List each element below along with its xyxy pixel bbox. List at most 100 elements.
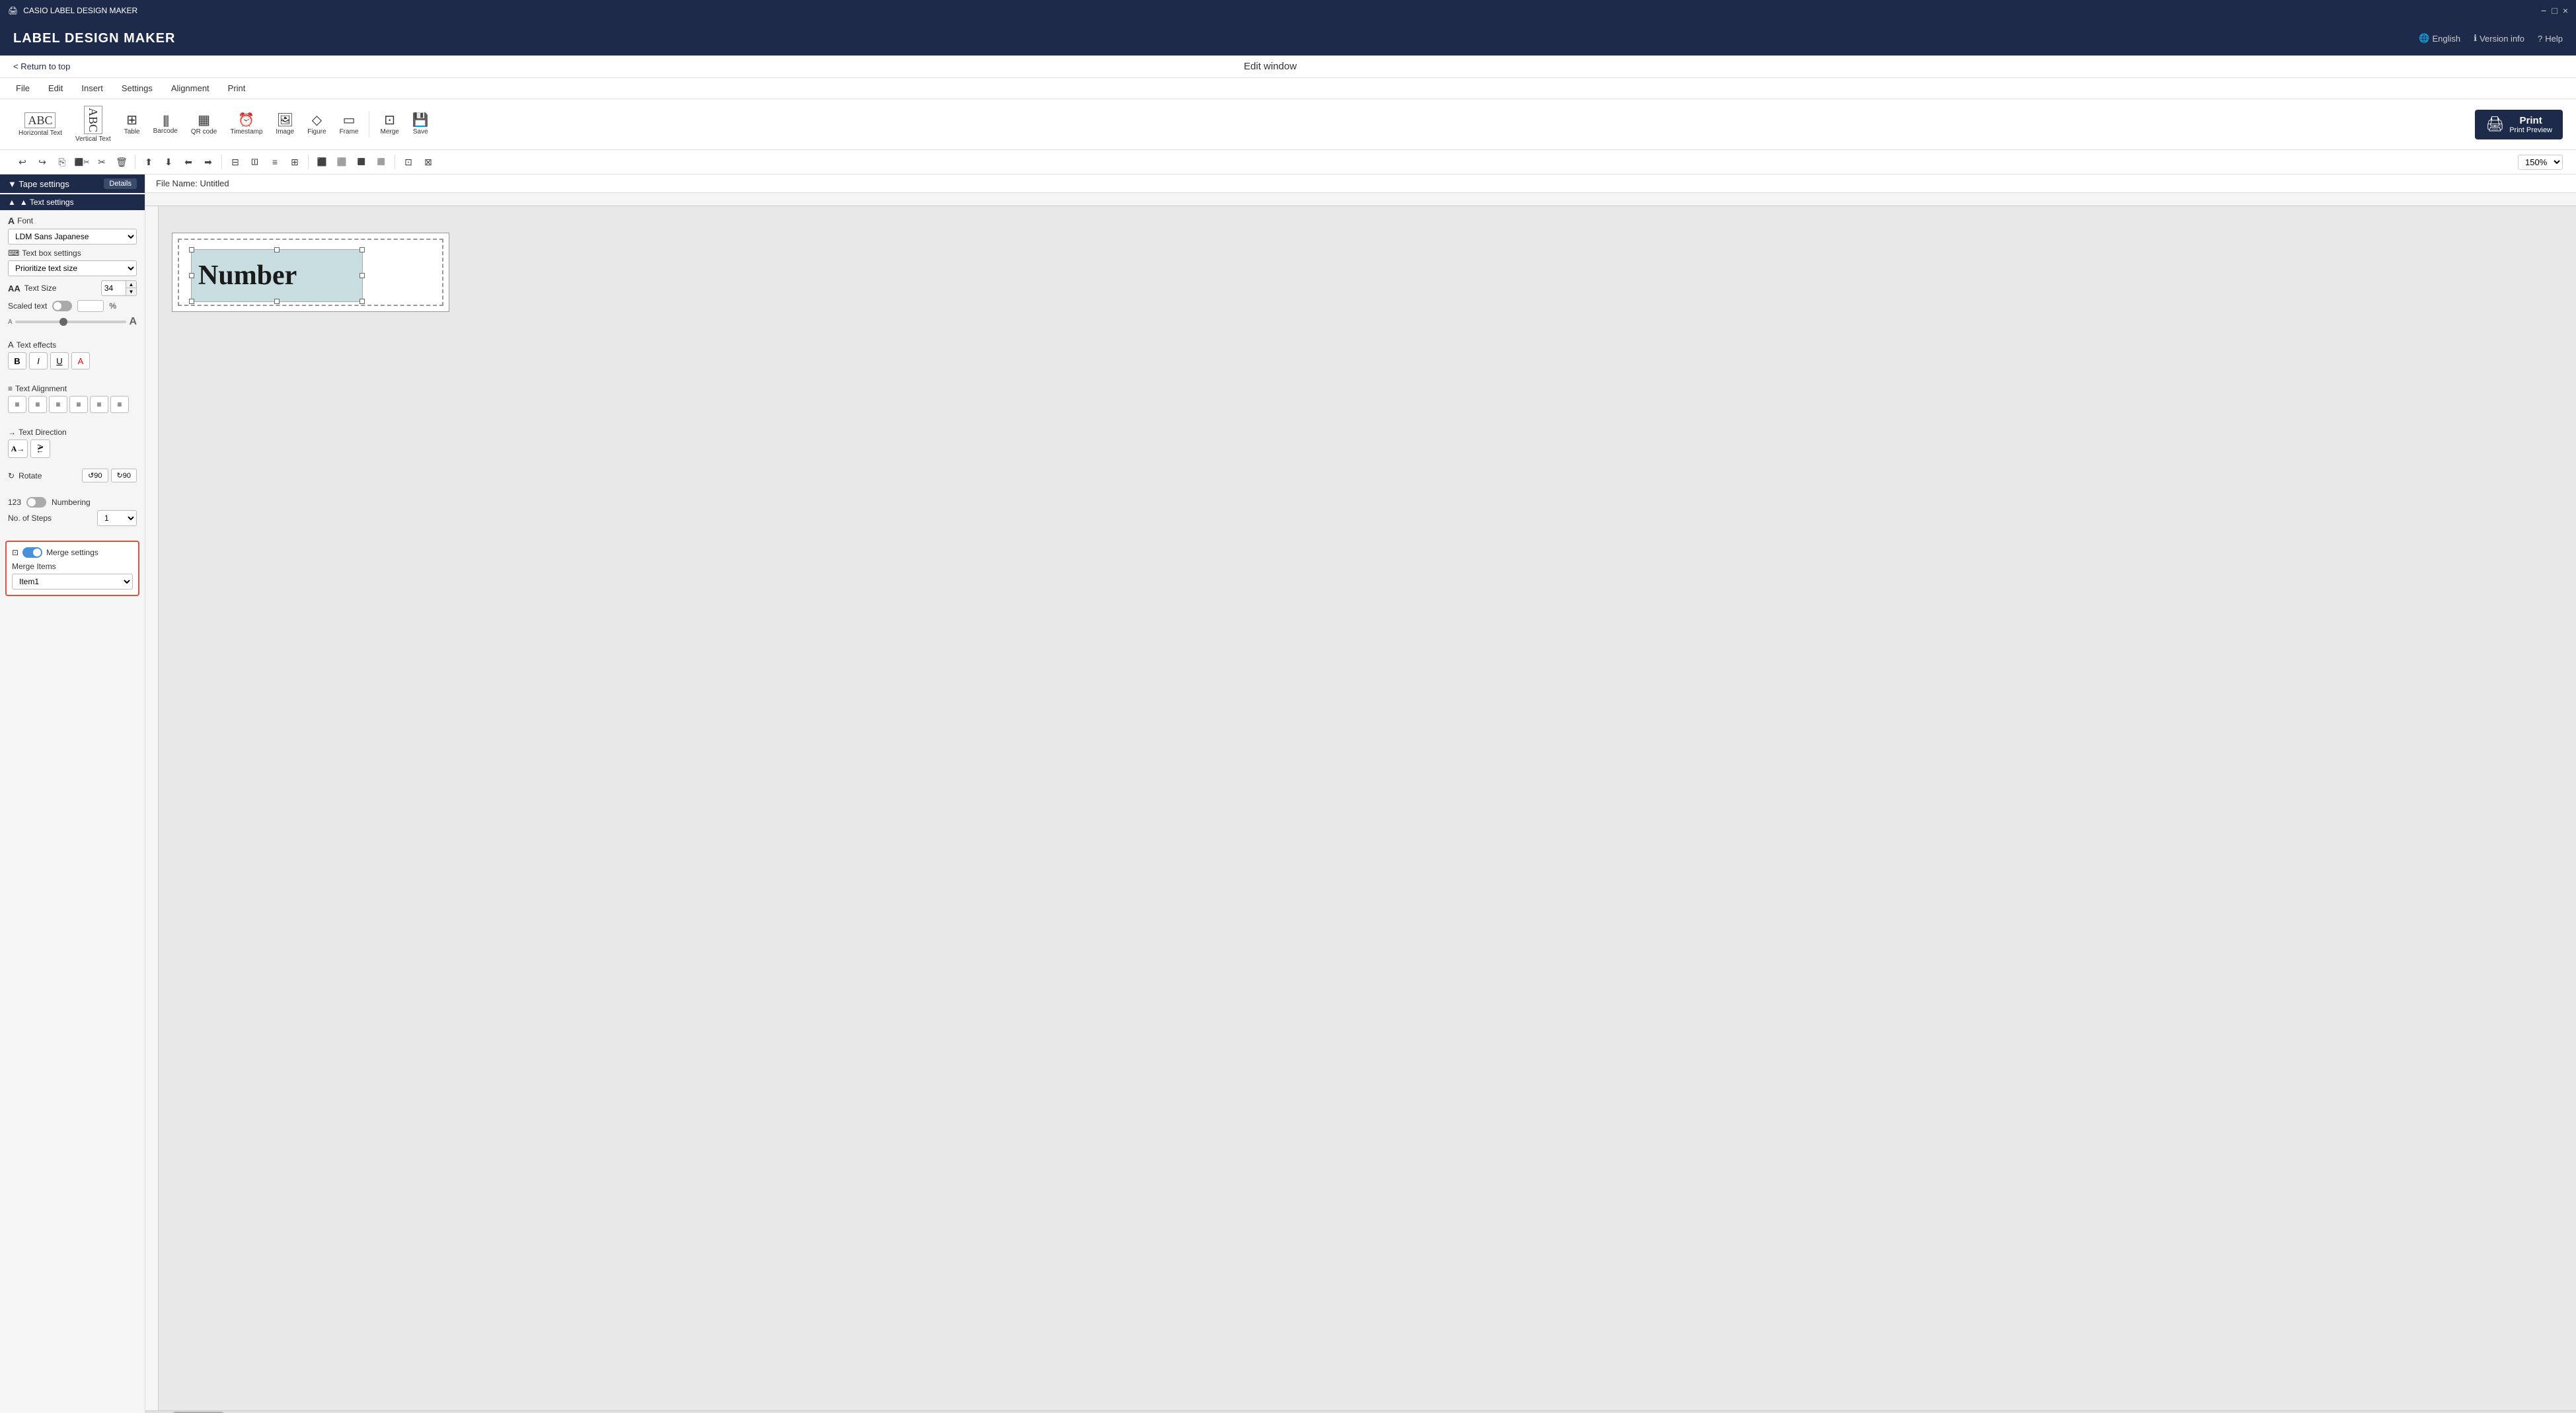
toolbar-group-insert: ABC Horizontal Text ABC Vertical Text ⊞ … — [13, 103, 434, 145]
delete-button[interactable]: 🗑 — [112, 153, 131, 171]
version-info-button[interactable]: ℹ Version info — [2474, 33, 2524, 44]
merge-items-label: Merge Items — [12, 562, 133, 571]
distribute-h-button[interactable]: ⊟ — [226, 153, 245, 171]
color-button[interactable]: A — [71, 352, 90, 369]
forward-button[interactable]: ⬛ — [352, 153, 371, 171]
bold-button[interactable]: B — [8, 352, 26, 369]
horizontal-text-button[interactable]: ABC Horizontal Text — [13, 110, 67, 139]
menu-edit[interactable]: Edit — [46, 81, 65, 96]
title-bar: 🖨 CASIO LABEL DESIGN MAKER − □ × — [0, 0, 2576, 21]
save-button[interactable]: 💾 Save — [407, 111, 434, 138]
menu-print[interactable]: Print — [225, 81, 248, 96]
canvas-content[interactable]: Number — [159, 206, 2576, 1410]
distribute-center-v-button[interactable]: ⊞ — [285, 153, 304, 171]
handle-top-middle[interactable] — [274, 247, 280, 252]
back-button[interactable]: ⬛ — [332, 153, 351, 171]
ungroup-button[interactable]: ⊠ — [419, 153, 437, 171]
align-justify-center-button[interactable]: ≡ — [90, 396, 108, 413]
align-left-button[interactable]: ⬅ — [179, 153, 198, 171]
sidebar: ▼ Tape settings Details ▲ ▲ Text setting… — [0, 174, 145, 1413]
backward-button[interactable]: ⬛ — [372, 153, 391, 171]
spin-up[interactable]: ▲ — [126, 281, 136, 288]
merge-button[interactable]: ⊡ Merge — [375, 111, 404, 138]
rotate-row: ↻ Rotate ↺90 ↻90 — [8, 469, 137, 482]
handle-bottom-middle[interactable] — [274, 299, 280, 304]
figure-button[interactable]: ◇ Figure — [302, 111, 331, 138]
breadcrumb: < Return to top Edit window — [0, 56, 2576, 78]
handle-middle-left[interactable] — [189, 273, 194, 278]
barcode-icon: ||| — [163, 114, 168, 126]
language-button[interactable]: 🌐 English — [2419, 33, 2460, 44]
font-size-slider[interactable] — [15, 321, 127, 323]
print-text: Print Print Preview — [2509, 115, 2552, 134]
canvas-area: File Name: Untitled -520457095120145 — [145, 174, 2576, 1413]
timestamp-button[interactable]: ⏰ Timestamp — [225, 111, 268, 138]
vertical-text-button[interactable]: ABC Vertical Text — [70, 103, 116, 145]
handle-bottom-right[interactable] — [360, 299, 365, 304]
label-text-box[interactable]: Number — [191, 249, 363, 302]
text-size-row: AA Text Size ▲ ▼ — [8, 280, 137, 296]
align-bottom-button[interactable]: ⬇ — [159, 153, 178, 171]
scaled-text-toggle[interactable] — [52, 301, 72, 311]
image-button[interactable]: 🖼 Image — [270, 111, 299, 138]
rotate-minus90-button[interactable]: ↺90 — [82, 469, 108, 482]
merge-items-select[interactable]: Item1 Item2 Item3 — [12, 574, 133, 590]
align-center-text-button[interactable]: ≡ — [28, 396, 47, 413]
app-header: LABEL DESIGN MAKER 🌐 English ℹ Version i… — [0, 21, 2576, 56]
align-justify-right-button[interactable]: ≡ — [110, 396, 129, 413]
align-right-text-button[interactable]: ≡ — [49, 396, 67, 413]
align-left-text-button[interactable]: ≡ — [8, 396, 26, 413]
details-button[interactable]: Details — [104, 178, 137, 189]
help-button[interactable]: ? Help — [2538, 34, 2563, 44]
back-button[interactable]: < Return to top — [13, 61, 70, 71]
textbox-select[interactable]: Prioritize text size Shrink to fit Auto — [8, 260, 137, 276]
copy-format-button[interactable]: ⎘ — [53, 153, 71, 171]
ruler-vertical — [145, 206, 159, 1410]
group-button[interactable]: ⊡ — [399, 153, 418, 171]
text-size-input[interactable] — [102, 282, 126, 294]
barcode-button[interactable]: ||| Barcode — [148, 112, 183, 137]
handle-middle-right[interactable] — [360, 273, 365, 278]
table-button[interactable]: ⊞ Table — [119, 111, 145, 138]
menu-settings[interactable]: Settings — [119, 81, 155, 96]
undo-button[interactable]: ↩ — [13, 153, 32, 171]
print-button[interactable]: 🖨 Print Print Preview — [2475, 110, 2563, 139]
menu-file[interactable]: File — [13, 81, 32, 96]
italic-button[interactable]: I — [29, 352, 48, 369]
cut-button[interactable]: ✂ — [93, 153, 111, 171]
menu-insert[interactable]: Insert — [79, 81, 106, 96]
align-justify-left-button[interactable]: ≡ — [69, 396, 88, 413]
zoom-select[interactable]: 50% 75% 100% 150% 200% — [2518, 155, 2563, 170]
align-top-button[interactable]: ⬆ — [139, 153, 158, 171]
merge-header: ⊡ Merge settings — [12, 547, 133, 558]
scaled-text-percent-input[interactable] — [77, 300, 104, 312]
underline-button[interactable]: U — [50, 352, 69, 369]
direction-horizontal-button[interactable]: A→ — [8, 439, 28, 458]
title-bar-controls[interactable]: − □ × — [2541, 5, 2568, 16]
font-select[interactable]: LDM Sans Japanese Arial Times New Roman — [8, 229, 137, 245]
restore-button[interactable]: □ — [2552, 5, 2557, 16]
close-button[interactable]: × — [2563, 5, 2568, 16]
scrollbar-horizontal[interactable] — [145, 1410, 2576, 1413]
redo-button[interactable]: ↪ — [33, 153, 52, 171]
align-center-h-button[interactable]: ≡ — [266, 153, 284, 171]
qr-code-button[interactable]: ▦ QR code — [186, 111, 222, 138]
direction-vertical-button[interactable]: A↓ — [30, 439, 50, 458]
handle-bottom-left[interactable] — [189, 299, 194, 304]
frame-button[interactable]: ▭ Frame — [334, 111, 364, 138]
numbering-toggle[interactable] — [26, 497, 46, 508]
text-settings-label: ▲ Text settings — [20, 198, 74, 207]
front-button[interactable]: ⬛ — [313, 153, 331, 171]
distribute-v-button[interactable]: ⊟ — [246, 153, 264, 171]
align-right-button[interactable]: ➡ — [199, 153, 217, 171]
rotate-plus90-button[interactable]: ↻90 — [111, 469, 137, 482]
handle-top-left[interactable] — [189, 247, 194, 252]
no-of-steps-select[interactable]: 1 2 3 4 5 — [97, 510, 137, 526]
rotate-section: ↻ Rotate ↺90 ↻90 — [0, 463, 145, 492]
handle-top-right[interactable] — [360, 247, 365, 252]
merge-toggle[interactable] — [22, 547, 42, 558]
menu-alignment[interactable]: Alignment — [169, 81, 212, 96]
spin-down[interactable]: ▼ — [126, 288, 136, 295]
cut-special-button[interactable]: ⬛✂ — [73, 153, 91, 171]
minimize-button[interactable]: − — [2541, 5, 2546, 16]
